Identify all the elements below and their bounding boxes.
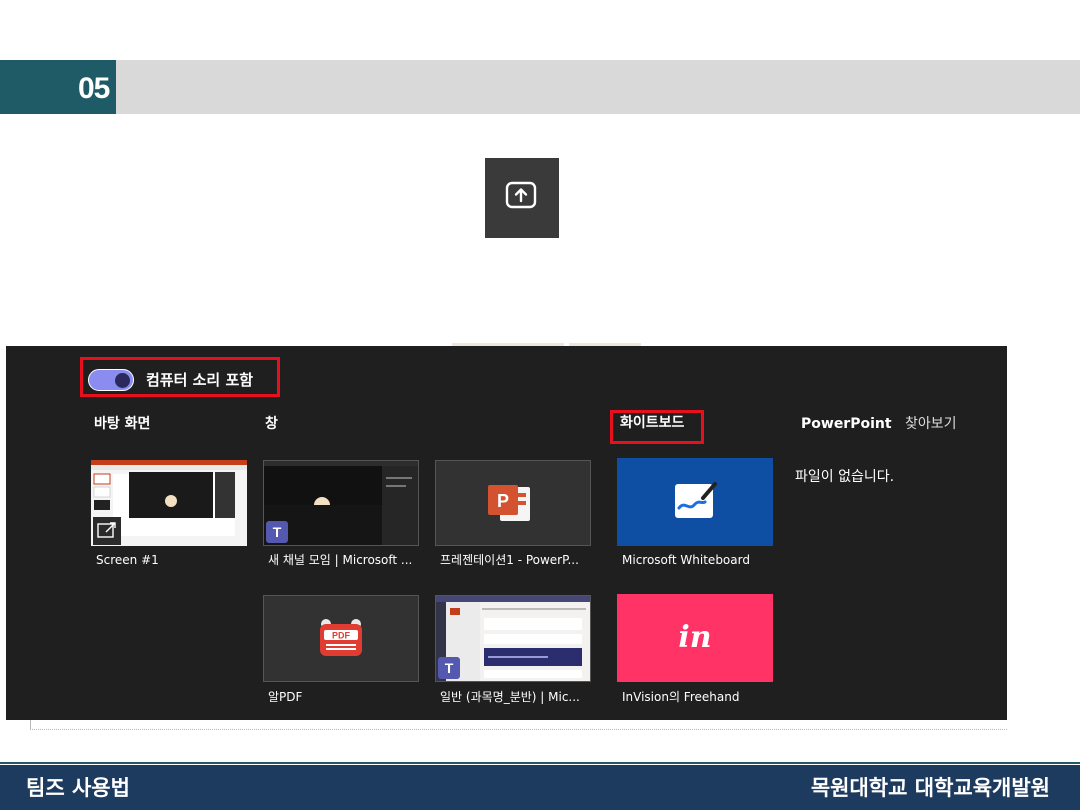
thumbnail-caption: 새 채널 모임 | Microsoft ... [268,553,413,567]
include-sound-toggle[interactable] [88,369,134,391]
share-desktop-badge [93,517,121,545]
footer-title: 팀즈 사용법 [26,776,130,800]
invision-logo-icon: in [678,620,712,655]
footer-bar: 팀즈 사용법 목원대학교 대학교육개발원 [0,765,1080,810]
svg-text:PDF: PDF [332,631,351,641]
footer-divider [0,762,1080,764]
section-window: 창 [265,416,278,432]
whiteboard-invision-tile[interactable]: in [617,594,773,682]
powerpoint-empty-message: 파일이 없습니다. [795,469,895,485]
window-thumbnail-alpdf[interactable]: PDF [263,595,419,682]
window-thumbnail-powerpoint[interactable]: P [435,460,591,546]
teams-logo-icon: T [438,657,460,679]
thumbnail-caption: 일반 (과목명_분반) | Mic... [440,690,580,704]
window-thumbnail-teams-meeting[interactable]: T [263,460,419,546]
include-sound-label: 컴퓨터 소리 포함 [146,371,254,389]
alpdf-logo-icon: PDF [320,619,362,656]
section-desktop: 바탕 화면 [94,416,151,432]
section-powerpoint: PowerPoint [801,416,892,432]
section-whiteboard: 화이트보드 [620,415,685,431]
whiteboard-logo-icon [675,482,717,518]
slide-header-bar: 05 [0,60,1080,114]
toggle-knob [115,372,130,388]
window-thumbnail-teams-channel[interactable]: T [435,595,591,682]
external-screen-icon [97,522,116,538]
thumbnail-caption: 알PDF [268,690,303,704]
thumbnail-caption: 프레젠테이션1 - PowerP... [440,553,579,567]
svg-text:P: P [497,491,509,511]
share-screen-icon [505,181,537,209]
teams-logo-icon: T [266,521,288,543]
thumbnail-caption: Microsoft Whiteboard [622,553,750,567]
powerpoint-logo-icon: P [488,485,530,521]
desktop-screen-thumbnail[interactable] [91,460,247,546]
slide-number: 05 [0,60,116,114]
browse-link[interactable]: 찾아보기 [905,414,957,434]
panel-shadow-edge [30,720,1007,730]
whiteboard-microsoft-tile[interactable] [617,458,773,546]
footer-organization: 목원대학교 대학교육개발원 [810,776,1050,800]
share-screen-button[interactable] [485,158,559,238]
thumbnail-caption: Screen #1 [96,553,159,567]
thumbnail-caption: InVision의 Freehand [622,690,740,704]
